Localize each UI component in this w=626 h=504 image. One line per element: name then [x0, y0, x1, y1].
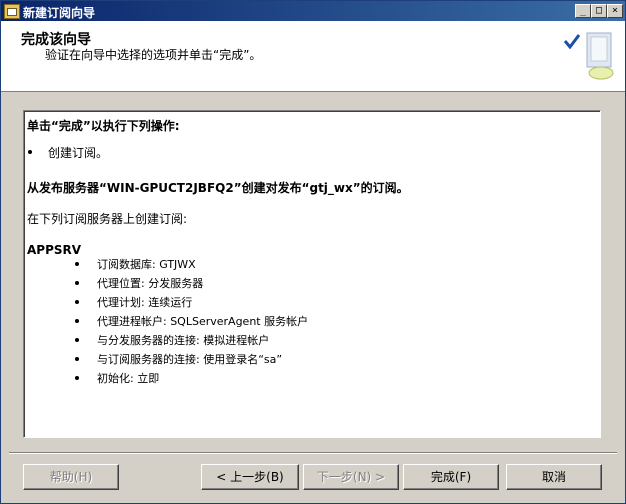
bullet-icon	[75, 357, 79, 361]
bullet-icon	[75, 376, 79, 380]
detail-item: 与分发服务器的连接: 模拟进程帐户	[97, 334, 270, 347]
detail-item: 订阅数据库: GTJWX	[97, 258, 196, 271]
minimize-button[interactable]: _	[575, 4, 591, 18]
wizard-header: 完成该向导 验证在向导中选择的选项并单击“完成”。	[1, 21, 625, 92]
summary-publisher-line: 从发布服务器“WIN-GPUCT2JBFQ2”创建对发布“gtj_wx”的订阅。	[27, 181, 409, 195]
maximize-button[interactable]: □	[591, 4, 607, 18]
summary-subscriber-intro: 在下列订阅服务器上创建订阅:	[27, 212, 188, 226]
page-subtitle: 验证在向导中选择的选项并单击“完成”。	[45, 48, 262, 62]
detail-item: 代理进程帐户: SQLServerAgent 服务帐户	[97, 315, 309, 328]
help-button[interactable]: 帮助(H)	[23, 464, 119, 490]
summary-textbox[interactable]: 单击“完成”以执行下列操作: 创建订阅。 从发布服务器“WIN-GPUCT2JB…	[23, 110, 601, 438]
bullet-icon	[75, 338, 79, 342]
wizard-window: 新建订阅向导 _ □ × 完成该向导 验证在向导中选择的选项并单击“完成”。 单…	[0, 0, 626, 504]
next-button[interactable]: 下一步(N) >	[303, 464, 399, 490]
finish-button[interactable]: 完成(F)	[403, 464, 499, 490]
app-icon	[4, 4, 20, 19]
detail-item: 初始化: 立即	[97, 372, 160, 385]
detail-item: 代理位置: 分发服务器	[97, 277, 204, 290]
wizard-content: 单击“完成”以执行下列操作: 创建订阅。 从发布服务器“WIN-GPUCT2JB…	[1, 92, 625, 450]
button-bar: 帮助(H) < 上一步(B) 下一步(N) > 完成(F) 取消	[1, 450, 625, 503]
bullet-icon	[75, 281, 79, 285]
bullet-icon	[75, 262, 79, 266]
wizard-banner-icon	[563, 32, 614, 80]
subscriber-name: APPSRV	[27, 243, 82, 257]
detail-item: 代理计划: 连续运行	[97, 296, 193, 309]
summary-heading: 单击“完成”以执行下列操作:	[27, 119, 180, 133]
summary-action: 创建订阅。	[48, 146, 109, 160]
bullet-icon	[75, 300, 79, 304]
cancel-button[interactable]: 取消	[506, 464, 602, 490]
close-button[interactable]: ×	[607, 4, 623, 18]
bullet-icon	[75, 319, 79, 323]
title-bar[interactable]: 新建订阅向导 _ □ ×	[1, 1, 625, 21]
footer-divider	[9, 452, 617, 454]
back-button[interactable]: < 上一步(B)	[201, 464, 299, 490]
bullet-icon	[28, 150, 32, 154]
detail-item: 与订阅服务器的连接: 使用登录名“sa”	[97, 353, 283, 366]
window-title: 新建订阅向导	[23, 6, 96, 20]
